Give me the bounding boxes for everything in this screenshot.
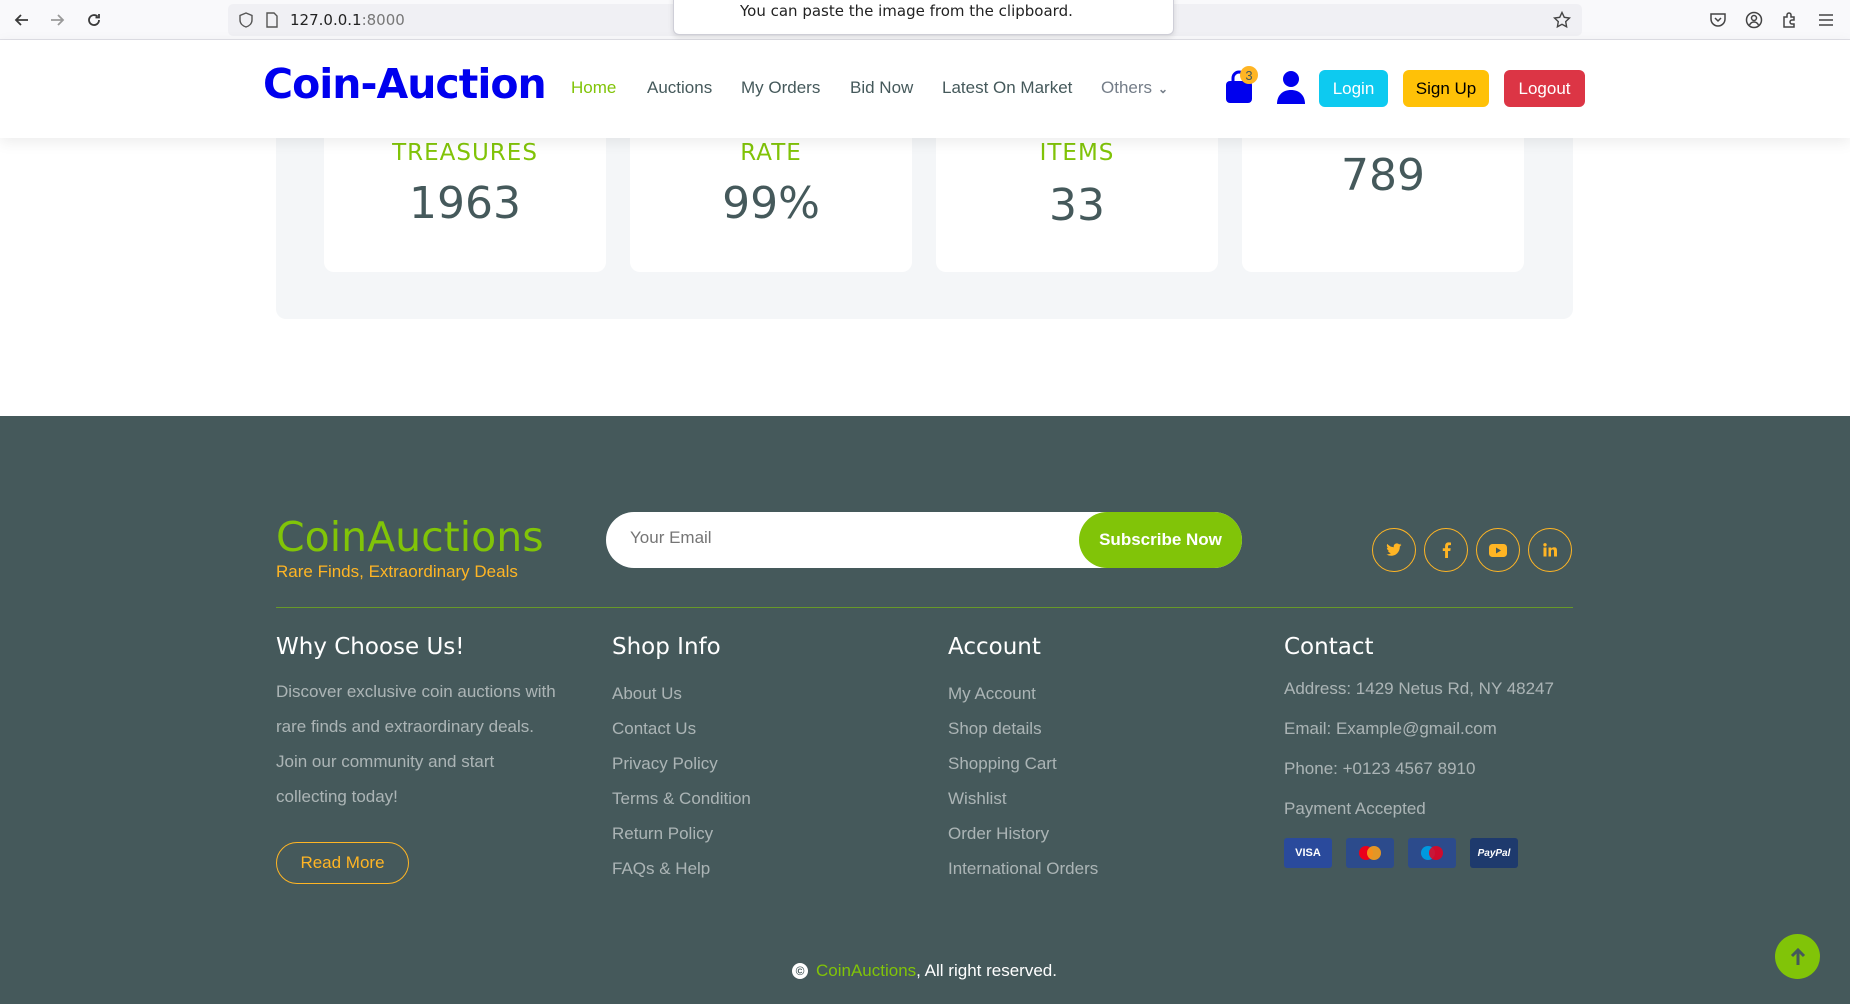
why-choose-text: Discover exclusive coin auctions with ra… bbox=[276, 682, 556, 806]
back-to-top-button[interactable] bbox=[1775, 934, 1820, 979]
nav-others-label: Others bbox=[1101, 78, 1153, 97]
maestro-icon bbox=[1408, 838, 1456, 868]
stat-value: 99% bbox=[722, 178, 820, 229]
footer-tagline: Rare Finds, Extraordinary Deals bbox=[276, 562, 518, 581]
url-text[interactable]: 127.0.0.1:8000 bbox=[290, 11, 405, 29]
link-privacy-policy[interactable]: Privacy Policy bbox=[612, 754, 718, 774]
logout-button[interactable]: Logout bbox=[1504, 70, 1585, 107]
copyright-text: , All right reserved. bbox=[916, 961, 1057, 980]
clipboard-toast: You can paste the image from the clipboa… bbox=[673, 0, 1174, 35]
arrow-up-icon bbox=[1790, 947, 1805, 965]
user-icon[interactable] bbox=[1275, 70, 1307, 104]
paypal-icon: PayPal bbox=[1470, 838, 1518, 868]
signup-button[interactable]: Sign Up bbox=[1403, 70, 1489, 107]
stat-label: ITEMS bbox=[1039, 140, 1115, 166]
stat-label: RATE bbox=[740, 140, 802, 166]
footer-brand[interactable]: CoinAuctions bbox=[276, 513, 544, 561]
link-shopping-cart[interactable]: Shopping Cart bbox=[948, 754, 1057, 774]
why-choose-heading: Why Choose Us! bbox=[276, 634, 465, 660]
shield-icon[interactable] bbox=[238, 12, 254, 28]
site-logo[interactable]: Coin-Auction bbox=[263, 60, 547, 108]
stat-value: 789 bbox=[1341, 150, 1425, 201]
stat-label: TREASURES bbox=[392, 140, 538, 166]
nav-auctions[interactable]: Auctions bbox=[647, 78, 712, 98]
linkedin-icon[interactable] bbox=[1528, 528, 1572, 572]
contact-heading: Contact bbox=[1284, 634, 1374, 660]
reload-icon[interactable] bbox=[82, 8, 106, 32]
browser-toolbar: 127.0.0.1:8000 You can paste the image f… bbox=[0, 0, 1850, 40]
footer-divider bbox=[276, 607, 1573, 608]
link-contact-us[interactable]: Contact Us bbox=[612, 719, 696, 739]
pocket-icon[interactable] bbox=[1707, 9, 1729, 31]
payment-accepted-label: Payment Accepted bbox=[1284, 799, 1426, 818]
page-icon bbox=[266, 12, 278, 28]
contact-phone: Phone: +0123 4567 8910 bbox=[1284, 759, 1476, 778]
mastercard-icon bbox=[1346, 838, 1394, 868]
link-shop-details[interactable]: Shop details bbox=[948, 719, 1042, 739]
chevron-down-icon: ⌄ bbox=[1158, 82, 1169, 96]
forward-icon[interactable] bbox=[45, 8, 69, 32]
copyright-brand-link[interactable]: CoinAuctions bbox=[816, 961, 916, 981]
login-button[interactable]: Login bbox=[1319, 70, 1388, 107]
link-faqs[interactable]: FAQs & Help bbox=[612, 859, 710, 879]
cart-count-badge: 3 bbox=[1240, 66, 1258, 84]
copyright: © CoinAuctions , All right reserved. bbox=[792, 961, 1057, 981]
account-heading: Account bbox=[948, 634, 1041, 660]
link-order-history[interactable]: Order History bbox=[948, 824, 1049, 844]
subscribe-button[interactable]: Subscribe Now bbox=[1079, 512, 1242, 568]
menu-icon[interactable] bbox=[1815, 9, 1837, 31]
link-terms[interactable]: Terms & Condition bbox=[612, 789, 751, 809]
extensions-icon[interactable] bbox=[1779, 9, 1801, 31]
site-header: Coin-Auction Home Auctions My Orders Bid… bbox=[0, 40, 1850, 138]
site-footer: CoinAuctions Rare Finds, Extraordinary D… bbox=[0, 416, 1850, 1004]
nav-my-orders[interactable]: My Orders bbox=[741, 78, 820, 98]
link-wishlist[interactable]: Wishlist bbox=[948, 789, 1007, 809]
link-my-account[interactable]: My Account bbox=[948, 684, 1036, 704]
link-international-orders[interactable]: International Orders bbox=[948, 859, 1098, 879]
contact-address: Address: 1429 Netus Rd, NY 48247 bbox=[1284, 679, 1554, 698]
contact-email: Email: Example@gmail.com bbox=[1284, 719, 1497, 738]
back-icon[interactable] bbox=[10, 8, 34, 32]
nav-others-dropdown[interactable]: Others ⌄ bbox=[1101, 78, 1168, 98]
bookmark-star-icon[interactable] bbox=[1553, 11, 1571, 29]
stat-value: 33 bbox=[1049, 180, 1105, 231]
youtube-icon[interactable] bbox=[1476, 528, 1520, 572]
read-more-button[interactable]: Read More bbox=[276, 842, 409, 884]
nav-latest-on-market[interactable]: Latest On Market bbox=[942, 78, 1072, 98]
visa-icon: VISA bbox=[1284, 838, 1332, 868]
email-input[interactable] bbox=[630, 528, 1070, 548]
link-return-policy[interactable]: Return Policy bbox=[612, 824, 713, 844]
nav-home[interactable]: Home bbox=[571, 78, 616, 98]
copyright-icon: © bbox=[792, 963, 808, 979]
shop-info-heading: Shop Info bbox=[612, 634, 721, 660]
toast-text: You can paste the image from the clipboa… bbox=[740, 2, 1073, 20]
link-about-us[interactable]: About Us bbox=[612, 684, 682, 704]
nav-bid-now[interactable]: Bid Now bbox=[850, 78, 913, 98]
account-icon[interactable] bbox=[1743, 9, 1765, 31]
twitter-icon[interactable] bbox=[1372, 528, 1416, 572]
stat-value: 1963 bbox=[409, 178, 521, 229]
facebook-icon[interactable] bbox=[1424, 528, 1468, 572]
